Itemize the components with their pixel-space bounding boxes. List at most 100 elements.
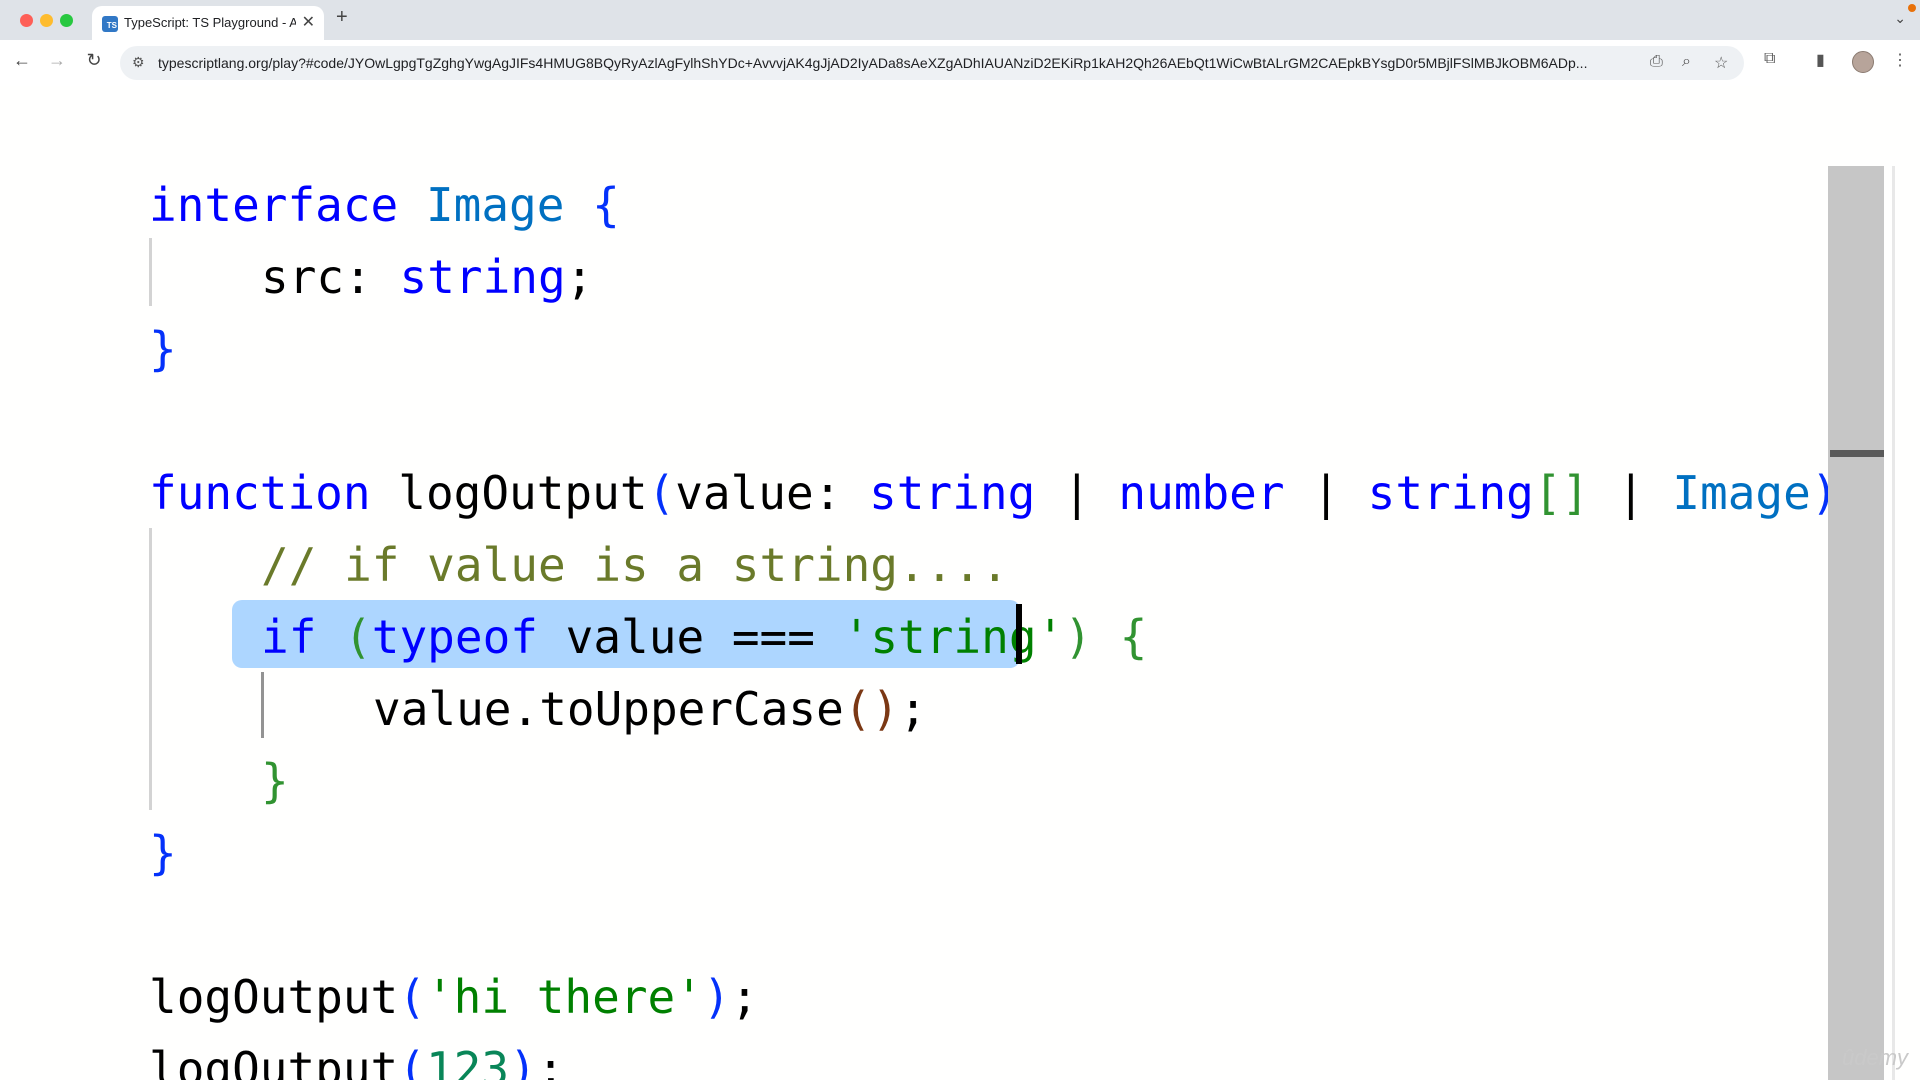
string-literal: 'string' [842, 610, 1065, 664]
code-text[interactable]: logOutput(123); [149, 1042, 564, 1080]
install-app-icon[interactable]: ⎙ [1650, 53, 1663, 71]
code-text[interactable]: interface Image { [149, 178, 620, 232]
code-text[interactable]: } [149, 826, 177, 880]
code-line: 13 logOutput(123); [0, 1036, 1840, 1080]
pipe: | [1062, 466, 1091, 520]
text-cursor [1016, 604, 1022, 664]
close-window-button[interactable] [20, 14, 33, 27]
bracket: { [592, 178, 620, 232]
keyword: function [149, 466, 371, 520]
keyword: typeof [371, 610, 538, 664]
site-settings-icon[interactable]: ⚙ [132, 54, 145, 71]
code-text[interactable]: logOutput('hi there'); [149, 970, 758, 1024]
function-name: logOutput [149, 970, 399, 1024]
bracket: } [261, 754, 289, 808]
bracket: ( [647, 466, 676, 520]
bracket: ( [398, 1042, 426, 1080]
code-text[interactable]: value.toUpperCase(); [373, 682, 927, 736]
bracket: ( [344, 610, 372, 664]
side-panel-icon[interactable]: ▮ [1816, 50, 1825, 70]
more-menu-icon[interactable]: ⋮ [1892, 50, 1908, 70]
back-arrow-icon[interactable]: ← [10, 50, 34, 71]
colon: : [813, 466, 842, 520]
bracket: } [149, 826, 177, 880]
dot: . [511, 682, 540, 736]
tab-bar: TS TypeScript: TS Playground - A ✕ + ⌄ [0, 0, 1920, 40]
keyword: if [261, 610, 317, 664]
active-tab[interactable]: TS TypeScript: TS Playground - A ✕ [92, 6, 324, 40]
bracket: () [843, 682, 900, 736]
type-keyword: string [869, 466, 1036, 520]
bracket: ) [509, 1042, 537, 1080]
pipe: | [1312, 466, 1340, 520]
code-line: 8 value.toUpperCase(); [0, 676, 1840, 748]
keyword: interface [149, 178, 399, 232]
parameter: value [675, 466, 814, 520]
bracket: ) [1064, 610, 1092, 664]
bracket: } [149, 322, 177, 376]
bracket: ) [702, 970, 731, 1024]
type-keyword: string [1367, 466, 1534, 520]
property: src [261, 250, 345, 304]
new-tab-button[interactable]: + [336, 6, 348, 29]
close-tab-icon[interactable]: ✕ [302, 12, 315, 32]
code-line: 11 [0, 892, 1840, 964]
semicolon: ; [899, 682, 927, 736]
code-line: 1 interface Image { [0, 172, 1840, 244]
reload-icon[interactable]: ↻ [82, 50, 106, 71]
code-line: 3 } [0, 316, 1840, 388]
typescript-favicon-icon: TS [102, 16, 118, 32]
address-bar[interactable]: ⚙ typescriptlang.org/play?#code/JYOwLgpg… [120, 46, 1744, 80]
pipe: | [1616, 466, 1645, 520]
zoom-icon[interactable]: ⌕ [1682, 53, 1691, 71]
tab-title: TypeScript: TS Playground - A [124, 15, 296, 30]
code-line: 12 logOutput('hi there'); [0, 964, 1840, 1036]
udemy-watermark-logo: ûdemy [1842, 1045, 1909, 1070]
method-name: toUpperCase [539, 682, 844, 736]
semicolon: ; [565, 250, 594, 304]
code-line: 10 } [0, 820, 1840, 892]
tab-search-chevron-icon[interactable]: ⌄ [1894, 10, 1906, 27]
operator: === [731, 610, 815, 664]
scrollbar-position-marker [1830, 450, 1884, 457]
code-text[interactable]: function logOutput(value: string | numbe… [149, 466, 1839, 520]
string-literal: 'hi there' [425, 970, 703, 1024]
url-text[interactable]: typescriptlang.org/play?#code/JYOwLgpgTg… [158, 55, 1636, 71]
comment[interactable]: // if value is a string.... [261, 538, 1009, 592]
code-text[interactable]: if (typeof value === 'string') { [261, 610, 1147, 664]
extensions-puzzle-icon[interactable]: ⧉ [1764, 50, 1775, 68]
code-line-active: 7 if (typeof value === 'string') { [0, 604, 1840, 676]
code-line: 6 // if value is a string.... [0, 532, 1840, 604]
profile-avatar[interactable] [1852, 51, 1874, 73]
code-line: 2 src: string; [0, 244, 1840, 316]
code-text[interactable]: } [261, 754, 289, 808]
type-keyword: number [1118, 466, 1285, 520]
identifier: value [373, 682, 512, 736]
type-name: Image [425, 178, 565, 232]
semicolon: ; [730, 970, 759, 1024]
forward-arrow-icon[interactable]: → [45, 50, 69, 71]
bracket: ( [398, 970, 426, 1024]
zoom-window-button[interactable] [60, 14, 73, 27]
function-name: logOutput [149, 1042, 399, 1080]
bookmark-star-icon[interactable]: ☆ [1714, 53, 1728, 73]
code-line: 5 function logOutput(value: string | num… [0, 460, 1860, 532]
vertical-scrollbar[interactable] [1828, 166, 1884, 1080]
colon: : [344, 250, 372, 304]
code-editor[interactable]: 1 interface Image { 2 src: string; 3 } 4… [0, 86, 1920, 1080]
bracket: { [1119, 610, 1148, 664]
semicolon: ; [536, 1042, 565, 1080]
type-name: Image [1672, 466, 1811, 520]
type-keyword: string [399, 250, 566, 304]
identifier: value [565, 610, 705, 664]
function-name: logOutput [398, 466, 648, 520]
number-literal: 123 [425, 1042, 510, 1080]
code-text[interactable]: } [149, 322, 177, 376]
notification-dot [1908, 4, 1916, 12]
bracket: [] [1533, 466, 1590, 520]
minimize-window-button[interactable] [40, 14, 53, 27]
code-line: 9 } [0, 748, 1840, 820]
code-text[interactable]: src: string; [261, 250, 593, 304]
overview-ruler [1892, 166, 1895, 1080]
code-line: 4 [0, 388, 1840, 460]
